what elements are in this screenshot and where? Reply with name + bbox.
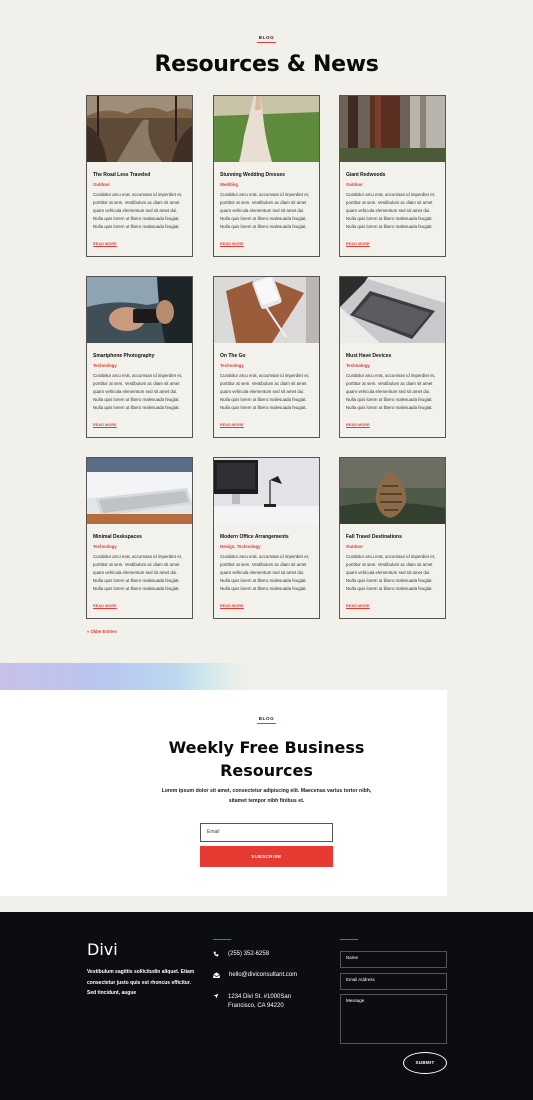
newsletter-title-line2: Resources bbox=[220, 761, 313, 780]
address-line1: 1234 Divi St. #1000San bbox=[228, 994, 292, 1000]
post-excerpt: Curabitur arcu erat, accumsan id imperdi… bbox=[93, 554, 183, 591]
post-excerpt: Curabitur arcu erat, accumsan id imperdi… bbox=[346, 554, 436, 591]
email-input[interactable]: Email bbox=[200, 823, 333, 842]
blog-card[interactable]: Fall Travel Destinations Outdoor Curabit… bbox=[339, 457, 446, 619]
address-line2: Francisco, CA 94220 bbox=[228, 1003, 284, 1009]
newsletter-title-line1: Weekly Free Business bbox=[168, 738, 365, 757]
newsletter-title: Weekly Free Business Resources bbox=[0, 736, 533, 782]
blog-card[interactable]: The Road Less Traveled Outdoor Curabitur… bbox=[86, 95, 193, 257]
phone-icon bbox=[213, 951, 219, 957]
footer-logo[interactable]: Divi bbox=[87, 940, 118, 959]
blog-eyebrow: BLOG bbox=[258, 35, 275, 40]
post-excerpt: Curabitur arcu erat, accumsan id imperdi… bbox=[346, 373, 436, 410]
redwoods-image[interactable] bbox=[340, 96, 445, 162]
post-title[interactable]: Giant Redwoods bbox=[346, 172, 385, 178]
message-textarea[interactable]: Message bbox=[340, 994, 447, 1044]
post-category[interactable]: Outdoor bbox=[346, 544, 363, 549]
read-more-link[interactable]: READ MORE bbox=[93, 423, 117, 427]
post-category[interactable]: Outdoor bbox=[93, 182, 110, 187]
pinecone-image[interactable] bbox=[340, 458, 445, 524]
post-excerpt: Curabitur arcu erat, accumsan id imperdi… bbox=[93, 192, 183, 229]
smartphone-photo-image[interactable] bbox=[87, 277, 192, 343]
read-more-link[interactable]: READ MORE bbox=[220, 242, 244, 246]
post-title[interactable]: On The Go bbox=[220, 353, 246, 359]
post-title[interactable]: Stunning Wedding Dresses bbox=[220, 172, 285, 178]
laptop-image[interactable] bbox=[340, 277, 445, 343]
email-text: hello@diviconsultant.com bbox=[229, 972, 298, 978]
wedding-dress-image[interactable] bbox=[214, 96, 319, 162]
post-excerpt: Curabitur arcu erat, accumsan id imperdi… bbox=[220, 373, 310, 410]
location-arrow-icon bbox=[213, 993, 219, 999]
blog-card[interactable]: Giant Redwoods Outdoor Curabitur arcu er… bbox=[339, 95, 446, 257]
post-title[interactable]: The Road Less Traveled bbox=[93, 172, 150, 178]
page-title: Resources & News bbox=[154, 52, 379, 77]
newsletter-lead: Lorem ipsum dolor sit amet, consectetur … bbox=[161, 788, 372, 804]
footer-divider bbox=[340, 939, 358, 940]
read-more-link[interactable]: READ MORE bbox=[93, 242, 117, 246]
post-title[interactable]: Modern Office Arrangements bbox=[220, 534, 289, 540]
post-category[interactable]: Technology bbox=[220, 363, 244, 368]
read-more-link[interactable]: READ MORE bbox=[346, 604, 370, 608]
post-title[interactable]: Fall Travel Destinations bbox=[346, 534, 402, 540]
subscribe-button[interactable]: SUBSCRIBE bbox=[200, 846, 333, 867]
post-title[interactable]: Must Have Devices bbox=[346, 353, 391, 359]
office-monitor-image[interactable] bbox=[214, 458, 319, 524]
name-input[interactable]: Name bbox=[340, 951, 447, 968]
post-excerpt: Curabitur arcu erat, accumsan id imperdi… bbox=[93, 373, 183, 410]
post-category[interactable]: Design, Technology bbox=[220, 544, 261, 549]
post-excerpt: Curabitur arcu erat, accumsan id imperdi… bbox=[346, 192, 436, 229]
post-excerpt: Curabitur arcu erat, accumsan id imperdi… bbox=[220, 192, 310, 229]
newsletter-eyebrow: BLOG bbox=[258, 716, 275, 721]
eyebrow-divider bbox=[257, 723, 276, 724]
submit-button[interactable]: SUBMIT bbox=[403, 1052, 447, 1074]
footer-about: Vestibulum sagittis sollicitudin aliquet… bbox=[87, 969, 195, 996]
phone-on-desk-image[interactable] bbox=[214, 277, 319, 343]
post-category[interactable]: Technology bbox=[93, 544, 117, 549]
blog-card[interactable]: On The Go Technology Curabitur arcu erat… bbox=[213, 276, 320, 438]
footer-divider bbox=[213, 939, 231, 940]
footer-address[interactable]: 1234 Divi St. #1000San Francisco, CA 942… bbox=[213, 993, 291, 1011]
forest-road-image[interactable] bbox=[87, 96, 192, 162]
post-title[interactable]: Smartphone Photography bbox=[93, 353, 154, 359]
post-category[interactable]: Outdoor bbox=[346, 182, 363, 187]
blog-card[interactable]: Smartphone Photography Technology Curabi… bbox=[86, 276, 193, 438]
post-title[interactable]: Minimal Deskspaces bbox=[93, 534, 142, 540]
decorative-gradient-fade bbox=[180, 663, 533, 691]
envelope-open-icon bbox=[213, 972, 220, 978]
older-entries-link[interactable]: « Older Entries bbox=[87, 629, 117, 634]
blog-card[interactable]: Minimal Deskspaces Technology Curabitur … bbox=[86, 457, 193, 619]
post-category[interactable]: Technology bbox=[93, 363, 117, 368]
read-more-link[interactable]: READ MORE bbox=[220, 604, 244, 608]
footer-phone[interactable]: (255) 352-6258 bbox=[213, 951, 269, 957]
eyebrow-divider bbox=[257, 42, 276, 43]
read-more-link[interactable]: READ MORE bbox=[346, 423, 370, 427]
email-address-input[interactable]: Email Address bbox=[340, 973, 447, 990]
post-category[interactable]: Wedding bbox=[220, 182, 238, 187]
read-more-link[interactable]: READ MORE bbox=[93, 604, 117, 608]
blog-card[interactable]: Must Have Devices Technology Curabitur a… bbox=[339, 276, 446, 438]
phone-text: (255) 352-6258 bbox=[228, 951, 270, 957]
blog-card[interactable]: Modern Office Arrangements Design, Techn… bbox=[213, 457, 320, 619]
post-excerpt: Curabitur arcu erat, accumsan id imperdi… bbox=[220, 554, 310, 591]
post-category[interactable]: Technology bbox=[346, 363, 370, 368]
keyboard-desk-image[interactable] bbox=[87, 458, 192, 524]
blog-card[interactable]: Stunning Wedding Dresses Wedding Curabit… bbox=[213, 95, 320, 257]
footer-email[interactable]: hello@diviconsultant.com bbox=[213, 972, 297, 978]
read-more-link[interactable]: READ MORE bbox=[220, 423, 244, 427]
read-more-link[interactable]: READ MORE bbox=[346, 242, 370, 246]
